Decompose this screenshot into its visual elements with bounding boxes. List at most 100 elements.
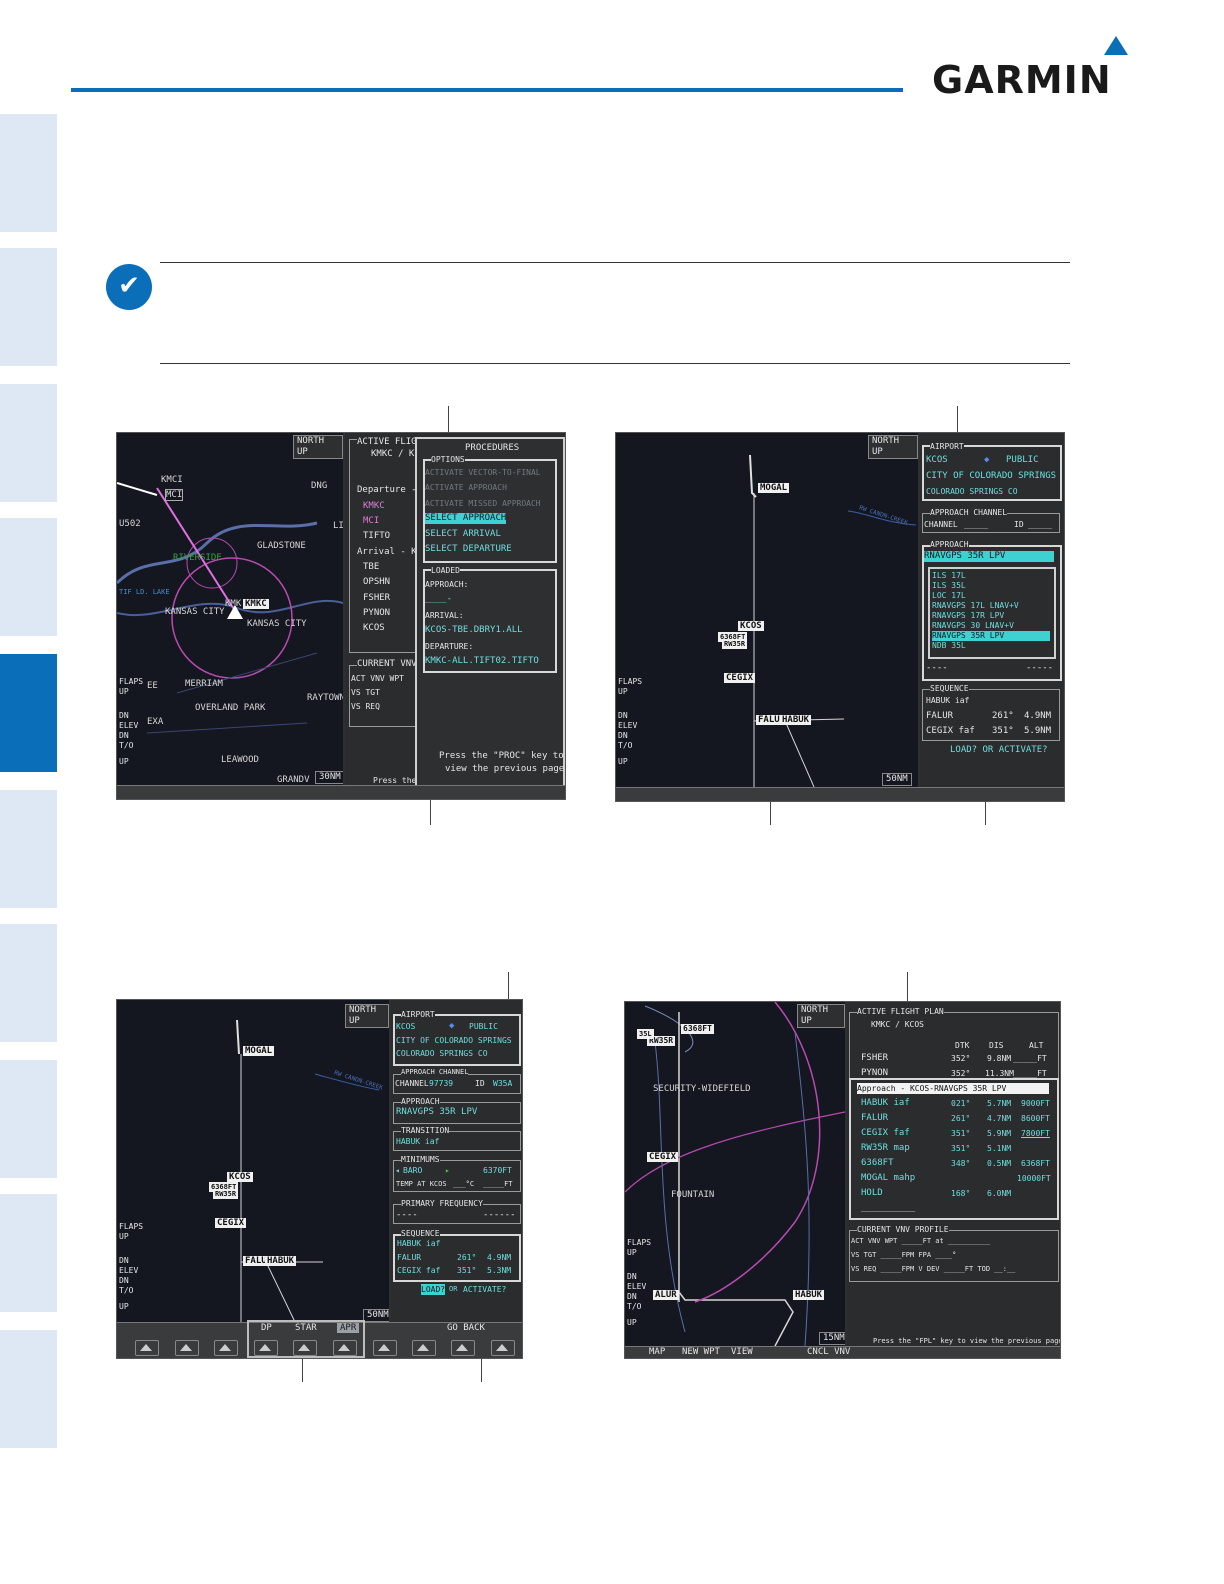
fp-wpt[interactable]: KMKC	[363, 501, 385, 512]
minimums-baro-icon[interactable]: ◂	[395, 1165, 400, 1176]
option-item[interactable]: ACTIVATE MISSED APPROACH	[425, 498, 541, 509]
map-waypoint-label[interactable]: ALUR	[653, 1290, 679, 1300]
fp-row-alt[interactable]: 10000FT	[1017, 1173, 1051, 1184]
north-up-label[interactable]: NORTH UP	[293, 435, 343, 459]
activate-button[interactable]: ACTIVATE?	[463, 1284, 506, 1295]
fp-row-wpt[interactable]: RW35R map	[861, 1143, 910, 1154]
fp-wpt[interactable]: MCI	[363, 516, 379, 527]
minimums-value[interactable]: 6370FT	[483, 1165, 512, 1176]
fp-wpt[interactable]: OPSHN	[363, 577, 390, 588]
map-waypoint-label[interactable]: RW35R	[722, 639, 748, 649]
approach-option[interactable]: ILS 35L	[932, 581, 966, 591]
minimums-arrow-icon[interactable]: ▸	[445, 1165, 450, 1176]
approach-selected[interactable]: RNAVGPS 35R LPV	[924, 551, 1054, 562]
map-waypoint-label[interactable]: CEGIX	[215, 1218, 247, 1228]
map-view[interactable]: NORTH UP KMCI MCI DNG U502 GLADSTONE RIV…	[117, 433, 343, 785]
map-waypoint-label[interactable]: HABUK	[265, 1256, 297, 1266]
softkey-cncl-vnv[interactable]: CNCL VNV	[807, 1347, 850, 1357]
map-waypoint-label[interactable]: CEGIX	[724, 673, 756, 683]
side-tab-2[interactable]	[0, 248, 57, 366]
side-tab-9[interactable]	[0, 1194, 57, 1312]
fp-row-wpt[interactable]: CEGIX faf	[861, 1128, 910, 1139]
softkey-view[interactable]: VIEW	[731, 1347, 753, 1357]
fp-row-wpt[interactable]: HOLD	[861, 1188, 883, 1199]
approach-option[interactable]: NDB 35L	[932, 641, 966, 651]
load-button[interactable]: LOAD?	[421, 1284, 446, 1295]
map-waypoint-label[interactable]: KMKC	[243, 599, 269, 609]
approach-option[interactable]: RNAVGPS 30 LNAV+V	[932, 621, 1014, 631]
minimums-baro[interactable]: BARO	[403, 1165, 422, 1176]
airport-id[interactable]: KCOS	[396, 1021, 415, 1032]
map-range[interactable]: 50NM	[882, 773, 912, 786]
fp-row-alt[interactable]: 8600FT	[1021, 1113, 1050, 1124]
approach-option[interactable]: LOC 17L	[932, 591, 966, 601]
north-up-label[interactable]: NORTH UP	[868, 435, 918, 459]
map-waypoint-label[interactable]: 35L	[637, 1029, 654, 1039]
fp-wpt[interactable]: TBE	[363, 562, 379, 573]
map-waypoint-label[interactable]: KCOS	[227, 1172, 253, 1182]
temp-ft[interactable]: _____FT	[483, 1179, 513, 1190]
channel-value[interactable]: _____	[964, 519, 988, 530]
approach-option[interactable]: RNAVGPS 17R LPV	[932, 611, 1004, 621]
side-tab-active[interactable]	[0, 654, 57, 772]
option-item[interactable]: SELECT DEPARTURE	[425, 544, 512, 555]
map-waypoint-label[interactable]: HABUK	[793, 1290, 825, 1300]
softkey-new-wpt[interactable]: NEW WPT	[682, 1347, 720, 1357]
load-activate-prompt[interactable]: LOAD? OR ACTIVATE?	[950, 745, 1048, 756]
map-view[interactable]: NORTH UP 6368FT RW35R 35L SECURITY-WIDEF…	[625, 1002, 845, 1346]
softkey-go-back[interactable]: GO BACK	[447, 1323, 485, 1333]
id-value[interactable]: _____	[1028, 519, 1052, 530]
side-tab-8[interactable]	[0, 1060, 57, 1178]
fp-wpt[interactable]: FSHER	[363, 593, 390, 604]
fp-row-wpt[interactable]: FSHER	[861, 1053, 888, 1064]
fp-wpt[interactable]: PYNON	[363, 608, 390, 619]
map-waypoint-label[interactable]: MOGAL	[758, 483, 790, 493]
fp-row-wpt[interactable]: FALUR	[861, 1113, 888, 1124]
fp-row-wpt[interactable]: 6368FT	[861, 1158, 894, 1169]
channel-value[interactable]: 97739	[429, 1078, 453, 1089]
transition-value[interactable]: HABUK iaf	[396, 1136, 439, 1147]
approach-option[interactable]: ILS 17L	[932, 571, 966, 581]
temp-value[interactable]: ___°C	[453, 1179, 474, 1190]
map-view[interactable]: NORTH UP MOGAL KCOS 6368FT RW35R CEGIX F…	[616, 433, 918, 787]
side-tab-1[interactable]	[0, 114, 57, 232]
map-range[interactable]: 15NM	[819, 1332, 845, 1345]
map-range[interactable]: 50NM	[363, 1309, 389, 1322]
fp-wpt[interactable]: KCOS	[363, 623, 385, 634]
map-range[interactable]: 30NM	[315, 771, 343, 784]
approach-option[interactable]: RNAVGPS 17L LNAV+V	[932, 601, 1019, 611]
option-item[interactable]: ACTIVATE VECTOR-TO-FINAL	[425, 467, 541, 478]
side-tab-7[interactable]	[0, 924, 57, 1042]
loaded-value[interactable]: KCOS-TBE.DBRY1.ALL	[425, 625, 523, 636]
option-item-selected[interactable]: SELECT APPROACH	[425, 513, 507, 524]
map-waypoint-label[interactable]: MOGAL	[243, 1046, 275, 1056]
map-waypoint-label[interactable]: KCOS	[738, 621, 764, 631]
map-waypoint-label[interactable]: HABUK	[780, 715, 812, 725]
option-item[interactable]: ACTIVATE APPROACH	[425, 482, 507, 493]
fp-wpt[interactable]: TIFTO	[363, 531, 390, 542]
map-waypoint-label[interactable]: 6368FT	[681, 1024, 714, 1034]
loaded-value[interactable]: KMKC-ALL.TIFT02.TIFTO	[425, 656, 539, 667]
map-waypoint-label[interactable]: RW35R	[213, 1189, 239, 1199]
map-view[interactable]: NORTH UP MOGAL KCOS 6368FT RW35R CEGIX F…	[117, 1000, 389, 1322]
north-up-label[interactable]: NORTH UP	[345, 1004, 389, 1028]
map-waypoint-label[interactable]: CEGIX	[647, 1152, 679, 1162]
option-item[interactable]: SELECT ARRIVAL	[425, 529, 501, 540]
fp-row-wpt[interactable]: HABUK iaf	[861, 1098, 910, 1109]
id-value[interactable]: W35A	[493, 1078, 512, 1089]
side-tab-4[interactable]	[0, 518, 57, 636]
north-up-label[interactable]: NORTH UP	[797, 1004, 845, 1028]
side-tab-3[interactable]	[0, 384, 57, 502]
approach-option-selected[interactable]: RNAVGPS 35R LPV	[932, 631, 1050, 641]
fp-row-alt[interactable]: 6368FT	[1021, 1158, 1050, 1169]
approach-value[interactable]: RNAVGPS 35R LPV	[396, 1107, 477, 1118]
fp-row-alt[interactable]: 9000FT	[1021, 1098, 1050, 1109]
approach-header[interactable]: Approach - KCOS-RNAVGPS 35R LPV	[857, 1083, 1049, 1094]
fp-row-alt[interactable]: 7800FT	[1021, 1128, 1050, 1139]
fp-row-alt[interactable]: _____FT	[1013, 1053, 1047, 1064]
side-tab-6[interactable]	[0, 790, 57, 908]
fp-row-wpt[interactable]: MOGAL mahp	[861, 1173, 915, 1184]
softkey-map[interactable]: MAP	[649, 1347, 665, 1357]
airport-id[interactable]: KCOS	[926, 455, 948, 466]
side-tab-10[interactable]	[0, 1330, 57, 1448]
